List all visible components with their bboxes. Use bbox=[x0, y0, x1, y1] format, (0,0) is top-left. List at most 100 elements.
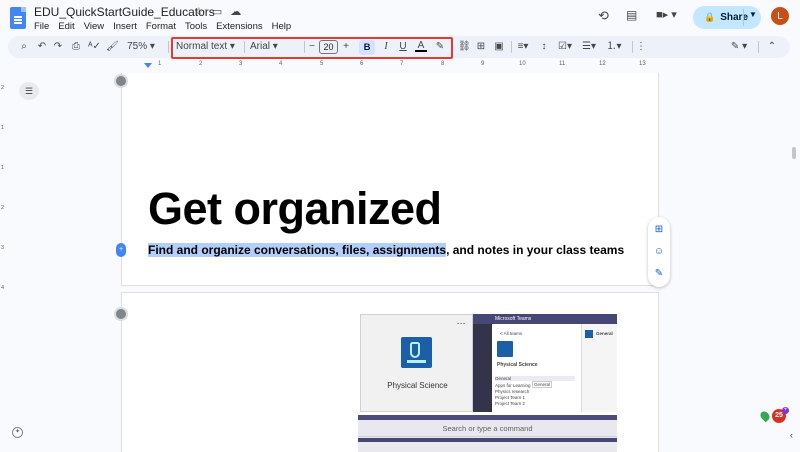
ruler-number: 13 bbox=[639, 61, 646, 67]
font-size-input[interactable]: 20 bbox=[319, 40, 338, 54]
paint-format-icon[interactable]: 🖌 bbox=[106, 39, 119, 55]
add-comment-icon[interactable]: ⊞ bbox=[475, 39, 487, 55]
insert-image-icon[interactable]: ▣ bbox=[493, 39, 505, 55]
teams-command-bar-image: Search or type a command bbox=[358, 415, 617, 452]
tooltip: General bbox=[532, 381, 553, 388]
editing-mode-icon[interactable]: ✎ ▾ bbox=[728, 39, 750, 55]
ruler-number: 1 bbox=[1, 125, 5, 131]
underline-button[interactable]: U bbox=[398, 39, 408, 55]
increase-font-size-icon[interactable]: + bbox=[342, 39, 350, 55]
selected-text: Find and organize conversations, files, … bbox=[148, 243, 447, 257]
avatar[interactable]: L bbox=[771, 7, 789, 25]
add-comment-icon[interactable]: ⊞ bbox=[653, 224, 665, 236]
bulleted-list-icon[interactable]: ☰▾ bbox=[580, 39, 598, 55]
line-spacing-icon[interactable]: ↕ bbox=[538, 39, 550, 55]
spellcheck-icon[interactable]: ᴬ✓ bbox=[88, 39, 101, 55]
ruler-number: 4 bbox=[1, 285, 5, 291]
divider bbox=[244, 41, 245, 53]
italic-button[interactable]: I bbox=[381, 39, 391, 55]
menu-file[interactable]: File bbox=[34, 21, 49, 32]
menu-tools[interactable]: Tools bbox=[185, 21, 207, 32]
insert-link-icon[interactable]: ⛓ bbox=[458, 39, 471, 55]
menu-view[interactable]: View bbox=[84, 21, 104, 32]
zoom-select[interactable]: 75% ▾ bbox=[126, 39, 156, 55]
paragraph-style-value: Normal text bbox=[176, 41, 228, 52]
comments-icon[interactable]: ▤ bbox=[626, 8, 637, 22]
horizontal-ruler[interactable]: 1 2 3 4 5 6 7 8 9 10 11 12 13 bbox=[0, 60, 790, 72]
docs-logo-icon[interactable] bbox=[10, 7, 26, 29]
channel-item: Project Team 1 bbox=[495, 395, 525, 400]
ruler-number: 10 bbox=[519, 61, 526, 67]
suggest-edits-icon[interactable]: ✎ bbox=[653, 268, 665, 280]
document-heading[interactable]: Get organized bbox=[148, 183, 442, 235]
paragraph-style-select[interactable]: Normal text ▾ bbox=[176, 39, 238, 55]
document-title[interactable]: EDU_QuickStartGuide_Educators bbox=[34, 5, 215, 19]
share-button[interactable]: 🔒 Share ▼ bbox=[693, 6, 761, 29]
move-folder-icon[interactable]: ▭ bbox=[212, 5, 222, 18]
team-name: Physical Science bbox=[497, 362, 538, 368]
divider bbox=[304, 41, 305, 53]
ruler-number: 3 bbox=[239, 61, 243, 67]
print-icon[interactable]: ⎙ bbox=[70, 39, 82, 55]
floating-actions: ⊞ ☺ ✎ bbox=[648, 217, 670, 287]
ruler-number: 4 bbox=[279, 61, 283, 67]
channel-icon bbox=[585, 330, 593, 338]
teams-app-rail bbox=[473, 324, 492, 412]
explore-icon[interactable]: ✦ bbox=[12, 427, 23, 438]
teams-content-pane: General bbox=[581, 324, 617, 412]
divider bbox=[511, 41, 512, 53]
ruler-number: 2 bbox=[1, 85, 5, 91]
collapse-menus-icon[interactable]: ⌃ bbox=[766, 39, 778, 55]
class-card-image[interactable]: ⋯ Physical Science bbox=[360, 314, 473, 412]
unselected-text: , and notes in your class teams bbox=[446, 243, 625, 257]
search-menus-icon[interactable]: ⌕ bbox=[18, 39, 30, 55]
image-options-icon[interactable] bbox=[114, 307, 128, 321]
numbered-list-icon[interactable]: ⒈▾ bbox=[604, 39, 624, 55]
add-icon[interactable]: + bbox=[782, 407, 789, 414]
text-color-button[interactable]: A bbox=[415, 39, 427, 52]
star-icon[interactable]: ☆ bbox=[194, 5, 204, 18]
menu-insert[interactable]: Insert bbox=[113, 21, 137, 32]
menu-extensions[interactable]: Extensions bbox=[216, 21, 262, 32]
microscope-icon bbox=[401, 337, 432, 368]
divider bbox=[632, 41, 633, 53]
history-icon[interactable]: ⟲ bbox=[598, 8, 609, 24]
zoom-value: 75% bbox=[127, 41, 148, 52]
map-pin-icon[interactable] bbox=[758, 409, 772, 423]
title-bar: EDU_QuickStartGuide_Educators ☆ ▭ ☁ File… bbox=[0, 0, 800, 36]
teams-screenshot-image[interactable]: Microsoft Teams < All teams Physical Sci… bbox=[473, 314, 617, 412]
document-subheading[interactable]: Find and organize conversations, files, … bbox=[148, 243, 624, 257]
scrollbar-thumb[interactable] bbox=[792, 147, 796, 159]
highlight-color-icon[interactable]: ✎ bbox=[434, 39, 446, 55]
undo-icon[interactable]: ↶ bbox=[36, 39, 48, 55]
side-panel-toggle-icon[interactable]: ‹ bbox=[790, 430, 793, 440]
indent-marker[interactable] bbox=[144, 63, 152, 68]
document-outline-icon[interactable]: ☰ bbox=[19, 82, 39, 100]
menu-edit[interactable]: Edit bbox=[58, 21, 74, 32]
divider bbox=[452, 41, 453, 53]
menu-help[interactable]: Help bbox=[272, 21, 292, 32]
add-emoji-reaction-icon[interactable]: ☺ bbox=[653, 246, 665, 258]
command-search-input: Search or type a command bbox=[358, 420, 617, 437]
redo-icon[interactable]: ↷ bbox=[52, 39, 64, 55]
font-family-select[interactable]: Arial ▾ bbox=[250, 39, 298, 55]
decrease-font-size-icon[interactable]: − bbox=[308, 39, 316, 55]
vertical-ruler[interactable]: 2 1 1 2 3 4 bbox=[0, 73, 9, 452]
menu-format[interactable]: Format bbox=[146, 21, 176, 32]
meet-icon[interactable]: ■▸ ▾ bbox=[656, 8, 677, 21]
share-dropdown-icon[interactable]: ▼ bbox=[749, 10, 757, 19]
ruler-number: 12 bbox=[599, 61, 606, 67]
lock-icon: 🔒 bbox=[704, 12, 716, 22]
checklist-icon[interactable]: ☑▾ bbox=[556, 39, 574, 55]
align-icon[interactable]: ≡▾ bbox=[514, 39, 532, 55]
bold-button[interactable]: B bbox=[359, 40, 375, 55]
more-options-icon[interactable]: ⋮ bbox=[636, 39, 646, 55]
image-options-icon[interactable] bbox=[114, 74, 128, 88]
share-divider bbox=[743, 9, 744, 26]
ruler-number: 1 bbox=[1, 165, 5, 171]
channel-item: Apps for Learning bbox=[495, 383, 531, 388]
team-logo-icon bbox=[497, 341, 513, 357]
cloud-status-icon[interactable]: ☁ bbox=[230, 5, 241, 18]
back-link: < All teams bbox=[500, 331, 523, 336]
selection-handle-icon[interactable]: + bbox=[116, 243, 126, 257]
